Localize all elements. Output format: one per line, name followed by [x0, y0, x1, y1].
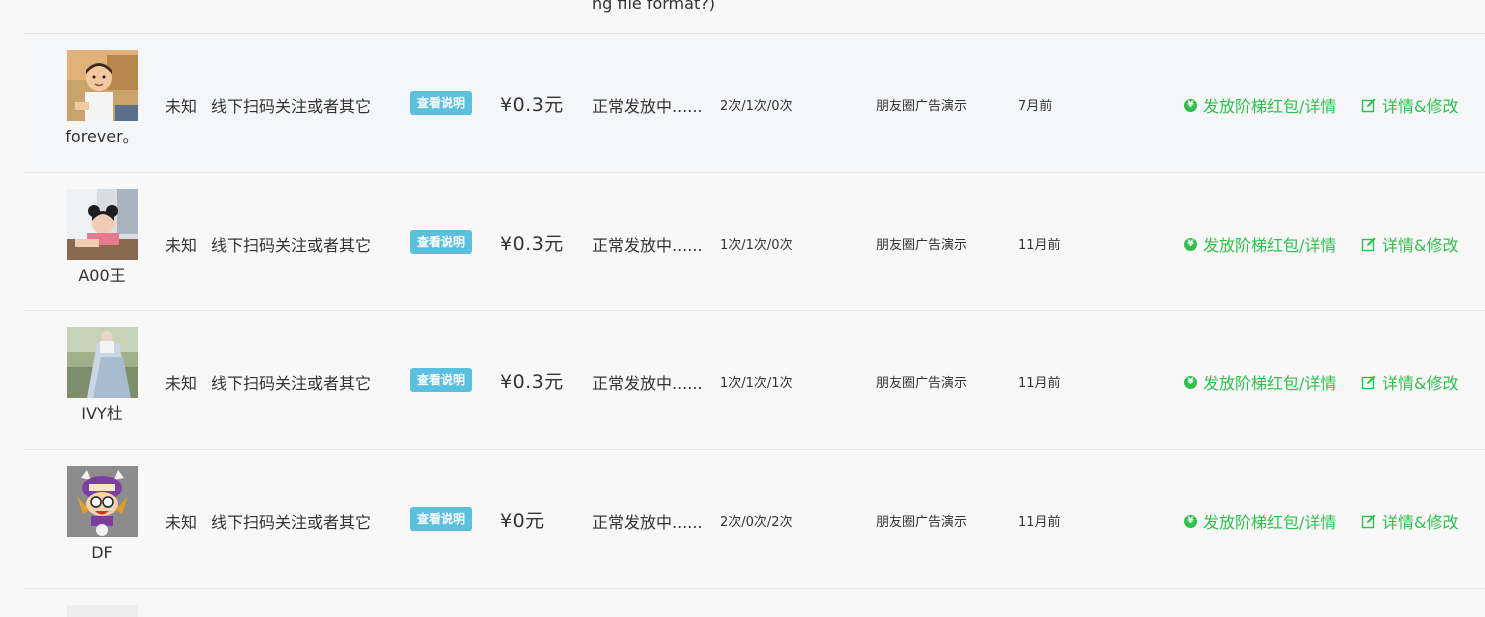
- view-instructions-badge[interactable]: 查看说明: [410, 507, 473, 531]
- cartoon-avatar-icon: [66, 466, 138, 537]
- counts-text: 1次/1次/0次: [720, 238, 793, 253]
- status-text: 正常发放中......: [592, 374, 703, 393]
- price-text: ¥0.3元: [500, 371, 564, 393]
- gender-text: 未知: [165, 236, 198, 255]
- price-text: ¥0.3元: [500, 94, 564, 116]
- campaign-text: 朋友圈广告演示: [876, 376, 968, 391]
- users-table: ng file format?) forever。 未知 线下扫码关注或者其它 …: [24, 0, 1485, 617]
- edit-details-link[interactable]: 详情&修改: [1361, 370, 1458, 394]
- ladder-redpacket-label: 发放阶梯红包/详情: [1203, 236, 1337, 255]
- counts-text: 1次/1次/1次: [720, 376, 793, 391]
- counts-text: 2次/1次/0次: [720, 99, 793, 114]
- user-avatar-cell: A00王: [54, 189, 150, 286]
- edit-icon: [1361, 237, 1376, 252]
- gender-text: 未知: [165, 513, 198, 532]
- user-avatar-cell: forever。: [54, 50, 150, 147]
- avatar: [67, 605, 138, 617]
- edit-icon: [1361, 98, 1376, 113]
- yuan-circle-icon: ¥: [1184, 98, 1197, 112]
- table-row: forever。 未知 线下扫码关注或者其它 查看说明 ¥0.3元 正常发放中.…: [24, 33, 1485, 172]
- edit-details-label: 详情&修改: [1382, 374, 1459, 393]
- gender-text: 未知: [165, 97, 198, 116]
- table-row: IVY杜 未知 线下扫码关注或者其它 查看说明 ¥0.3元 正常发放中.....…: [24, 310, 1485, 449]
- price-text: ¥0.3元: [500, 233, 564, 255]
- campaign-text: 朋友圈广告演示: [876, 99, 968, 114]
- edit-icon: [1361, 375, 1376, 390]
- time-text: 11月前: [1018, 238, 1061, 253]
- edit-details-link[interactable]: 详情&修改: [1361, 509, 1458, 533]
- previous-row-text-fragment: ng file format?): [592, 0, 715, 13]
- yuan-circle-icon: ¥: [1184, 237, 1197, 251]
- time-text: 7月前: [1018, 99, 1053, 114]
- view-instructions-badge[interactable]: 查看说明: [410, 230, 473, 254]
- price-text: ¥0元: [500, 510, 545, 532]
- table-row: [24, 588, 1485, 617]
- status-text: 正常发放中......: [592, 513, 703, 532]
- view-instructions-badge[interactable]: 查看说明: [410, 91, 473, 115]
- user-avatar-cell: IVY杜: [54, 327, 150, 424]
- edit-details-link[interactable]: 详情&修改: [1361, 232, 1458, 256]
- ladder-redpacket-link[interactable]: ¥ 发放阶梯红包/详情: [1184, 232, 1336, 256]
- campaign-text: 朋友圈广告演示: [876, 238, 968, 253]
- user-nickname: DF: [91, 543, 113, 562]
- ladder-redpacket-link[interactable]: ¥ 发放阶梯红包/详情: [1184, 509, 1336, 533]
- time-text: 11月前: [1018, 515, 1061, 530]
- ladder-redpacket-label: 发放阶梯红包/详情: [1203, 513, 1337, 532]
- ladder-redpacket-label: 发放阶梯红包/详情: [1203, 374, 1337, 393]
- edit-details-label: 详情&修改: [1382, 513, 1459, 532]
- gender-text: 未知: [165, 374, 198, 393]
- edit-details-link[interactable]: 详情&修改: [1361, 93, 1458, 117]
- edit-details-label: 详情&修改: [1382, 236, 1459, 255]
- source-text: 线下扫码关注或者其它: [211, 97, 372, 116]
- ladder-redpacket-link[interactable]: ¥ 发放阶梯红包/详情: [1184, 370, 1336, 394]
- dress-photo-avatar-icon: [66, 327, 138, 398]
- ladder-redpacket-label: 发放阶梯红包/详情: [1203, 97, 1337, 116]
- campaign-text: 朋友圈广告演示: [876, 515, 968, 530]
- user-nickname: A00王: [78, 266, 126, 285]
- status-text: 正常发放中......: [592, 236, 703, 255]
- source-text: 线下扫码关注或者其它: [211, 236, 372, 255]
- user-nickname: IVY杜: [81, 404, 123, 423]
- status-text: 正常发放中......: [592, 97, 703, 116]
- source-text: 线下扫码关注或者其它: [211, 374, 372, 393]
- yuan-circle-icon: ¥: [1184, 514, 1197, 528]
- table-row: A00王 未知 线下扫码关注或者其它 查看说明 ¥0.3元 正常发放中.....…: [24, 172, 1485, 311]
- table-row: DF 未知 线下扫码关注或者其它 查看说明 ¥0元 正常发放中...... 2次…: [24, 449, 1485, 588]
- user-avatar-cell: DF: [54, 466, 150, 563]
- edit-icon: [1361, 514, 1376, 529]
- ladder-redpacket-link[interactable]: ¥ 发放阶梯红包/详情: [1184, 93, 1336, 117]
- source-text: 线下扫码关注或者其它: [211, 513, 372, 532]
- edit-details-label: 详情&修改: [1382, 97, 1459, 116]
- user-nickname: forever。: [65, 127, 139, 146]
- time-text: 11月前: [1018, 376, 1061, 391]
- view-instructions-badge[interactable]: 查看说明: [410, 368, 473, 392]
- yuan-circle-icon: ¥: [1184, 375, 1197, 389]
- page: ng file format?) forever。 未知 线下扫码关注或者其它 …: [0, 0, 1485, 617]
- counts-text: 2次/0次/2次: [720, 515, 793, 530]
- child-photo-avatar-icon: [66, 50, 138, 121]
- girl-photo-avatar-icon: [66, 189, 138, 260]
